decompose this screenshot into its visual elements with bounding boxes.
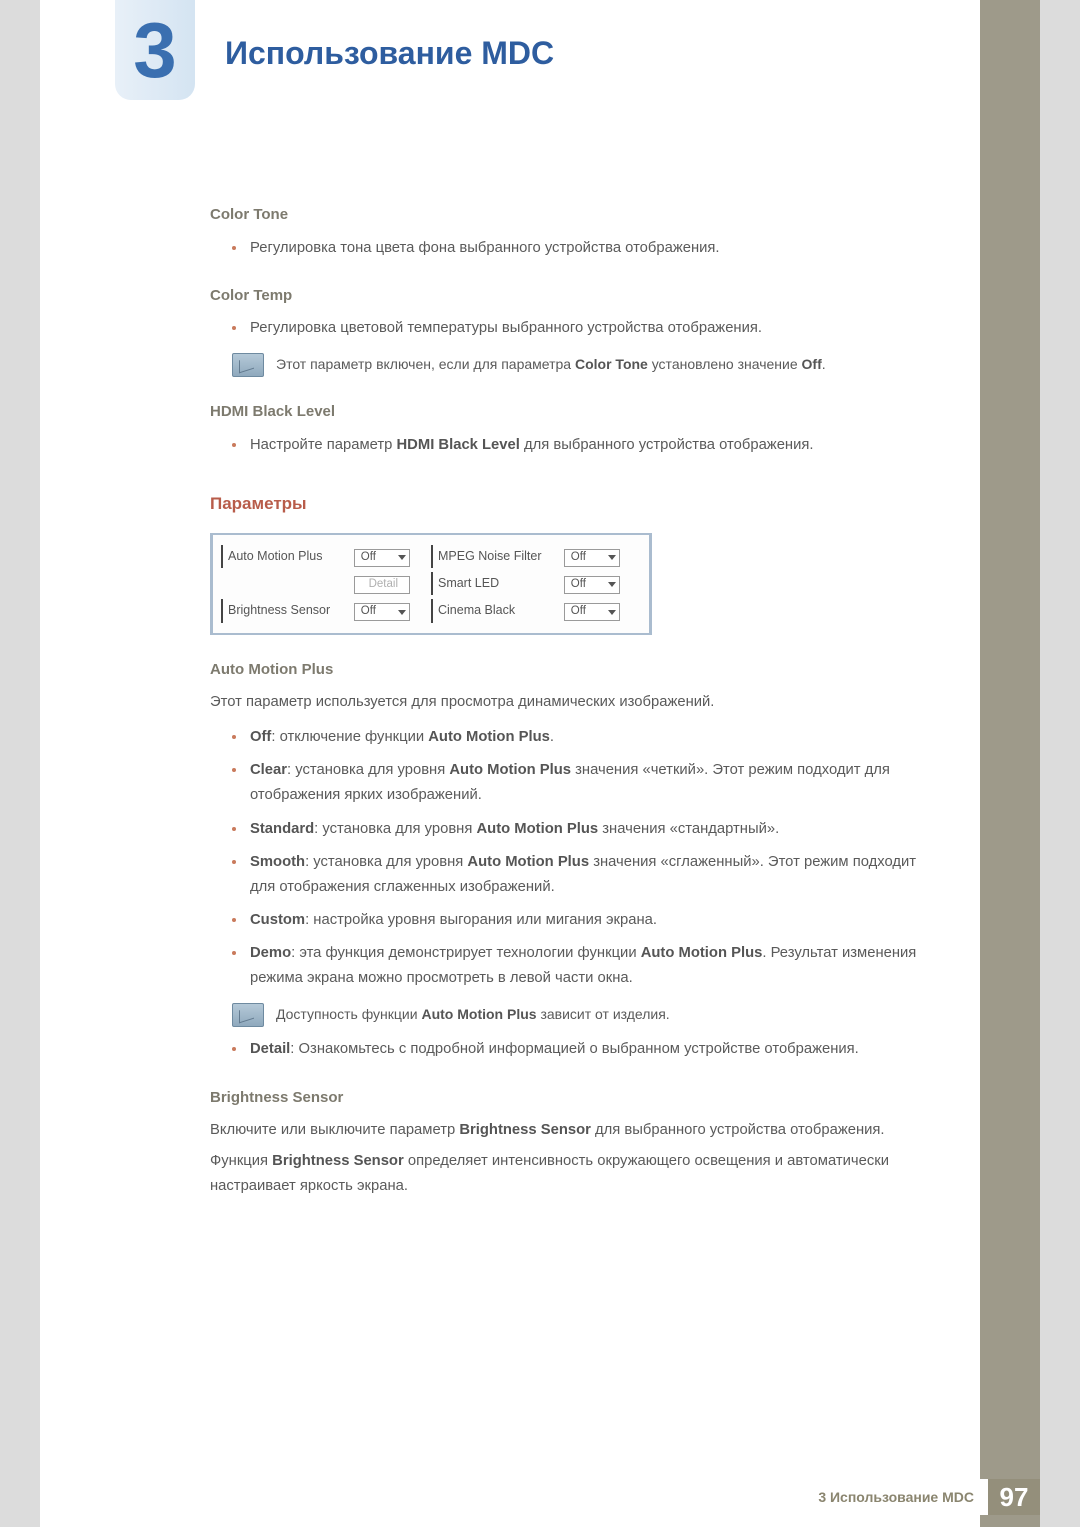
- bold-text: Brightness Sensor: [459, 1122, 591, 1138]
- text: : установка для уровня: [314, 821, 476, 837]
- bold-text: Brightness Sensor: [272, 1153, 404, 1169]
- dropdown-brightness-sensor[interactable]: Off: [354, 603, 410, 621]
- footer-page-number: 97: [988, 1479, 1040, 1515]
- dropdown-smart-led[interactable]: Off: [564, 576, 620, 594]
- dropdown-value: Off: [571, 548, 586, 568]
- page-content: Color Tone Регулировка тона цвета фона в…: [40, 0, 1040, 1200]
- note-text: Этот параметр включен, если для параметр…: [276, 353, 940, 377]
- note-amp: Доступность функции Auto Motion Plus зав…: [232, 1003, 940, 1027]
- dropdown-value: Off: [361, 548, 376, 568]
- heading-color-tone: Color Tone: [210, 202, 940, 228]
- list-item: Регулировка тона цвета фона выбранного у…: [232, 236, 940, 261]
- text: : установка для уровня: [305, 854, 467, 870]
- paragraph: Этот параметр используется для просмотра…: [210, 690, 940, 715]
- bold-text: Auto Motion Plus: [641, 945, 763, 961]
- bold-text: Auto Motion Plus: [476, 821, 598, 837]
- param-label-smart-led: Smart LED: [431, 572, 563, 595]
- list-item: Standard: установка для уровня Auto Moti…: [232, 817, 940, 842]
- text: .: [822, 356, 826, 372]
- bold-text: Auto Motion Plus: [428, 729, 550, 745]
- parameters-panel: Auto Motion Plus Off MPEG Noise Filter O…: [210, 533, 652, 635]
- list-item: Smooth: установка для уровня Auto Motion…: [232, 850, 940, 900]
- right-margin-bar: [980, 0, 1040, 1527]
- heading-color-temp: Color Temp: [210, 283, 940, 309]
- text: .: [550, 729, 554, 745]
- dropdown-mpeg-noise-filter[interactable]: Off: [564, 549, 620, 567]
- paragraph: Включите или выключите параметр Brightne…: [210, 1118, 940, 1143]
- note-color-temp: Этот параметр включен, если для параметр…: [232, 353, 940, 377]
- bold-text: Auto Motion Plus: [421, 1006, 536, 1022]
- text: : настройка уровня выгорания или мигания…: [305, 912, 657, 928]
- heading-hdmi-black-level: HDMI Black Level: [210, 399, 940, 425]
- bold-text: Detail: [250, 1041, 290, 1057]
- bold-text: Demo: [250, 945, 291, 961]
- param-label-cinema-black: Cinema Black: [431, 599, 563, 622]
- bold-text: Auto Motion Plus: [467, 854, 589, 870]
- text: : эта функция демонстрирует технологии ф…: [291, 945, 641, 961]
- text: зависит от изделия.: [537, 1006, 670, 1022]
- list-amp-detail: Detail: Ознакомьтесь с подробной информа…: [210, 1037, 940, 1062]
- bold-text: Off: [250, 729, 271, 745]
- list-item: Настройте параметр HDMI Black Level для …: [232, 433, 940, 458]
- chevron-down-icon: [608, 555, 616, 560]
- bold-text: Auto Motion Plus: [449, 762, 571, 778]
- button-detail[interactable]: Detail: [354, 576, 410, 594]
- list-amp: Off: отключение функции Auto Motion Plus…: [210, 725, 940, 991]
- dropdown-cinema-black[interactable]: Off: [564, 603, 620, 621]
- text: Функция: [210, 1153, 272, 1169]
- chevron-down-icon: [608, 582, 616, 587]
- list-color-temp: Регулировка цветовой температуры выбранн…: [210, 316, 940, 341]
- list-item: Off: отключение функции Auto Motion Plus…: [232, 725, 940, 750]
- bold-text: Custom: [250, 912, 305, 928]
- document-page: 3 Использование MDC Color Tone Регулиров…: [40, 0, 1040, 1527]
- heading-auto-motion-plus: Auto Motion Plus: [210, 657, 940, 683]
- text: : отключение функции: [271, 729, 428, 745]
- list-item: Custom: настройка уровня выгорания или м…: [232, 908, 940, 933]
- chapter-tab: 3: [115, 0, 195, 100]
- bold-text: Clear: [250, 762, 287, 778]
- text: установлено значение: [648, 356, 802, 372]
- dropdown-value: Off: [571, 575, 586, 595]
- text: Доступность функции: [276, 1006, 421, 1022]
- chapter-number: 3: [133, 11, 176, 89]
- note-icon: [232, 353, 264, 377]
- chevron-down-icon: [398, 555, 406, 560]
- bold-text: Off: [802, 356, 822, 372]
- param-label-mpeg-noise-filter: MPEG Noise Filter: [431, 545, 563, 568]
- bold-text: Standard: [250, 821, 314, 837]
- note-text: Доступность функции Auto Motion Plus зав…: [276, 1003, 940, 1027]
- heading-brightness-sensor: Brightness Sensor: [210, 1085, 940, 1111]
- param-label-brightness-sensor: Brightness Sensor: [221, 599, 353, 622]
- bold-text: Smooth: [250, 854, 305, 870]
- text: Включите или выключите параметр: [210, 1122, 459, 1138]
- text: значения «стандартный».: [598, 821, 779, 837]
- footer-chapter-label: 3 Использование MDC: [804, 1479, 988, 1515]
- bold-text: HDMI Black Level: [397, 437, 520, 453]
- list-item: Регулировка цветовой температуры выбранн…: [232, 316, 940, 341]
- chevron-down-icon: [398, 610, 406, 615]
- list-item: Demo: эта функция демонстрирует технолог…: [232, 941, 940, 991]
- paragraph: Функция Brightness Sensor определяет инт…: [210, 1149, 940, 1199]
- note-icon: [232, 1003, 264, 1027]
- text: для выбранного устройства отображения.: [591, 1122, 885, 1138]
- dropdown-value: Off: [571, 602, 586, 622]
- text: : Ознакомьтесь с подробной информацией о…: [290, 1041, 859, 1057]
- text: Этот параметр включен, если для параметр…: [276, 356, 575, 372]
- dropdown-value: Off: [361, 602, 376, 622]
- list-color-tone: Регулировка тона цвета фона выбранного у…: [210, 236, 940, 261]
- list-hdmi: Настройте параметр HDMI Black Level для …: [210, 433, 940, 458]
- text: : установка для уровня: [287, 762, 449, 778]
- page-footer: 3 Использование MDC 97: [804, 1479, 1040, 1515]
- text: для выбранного устройства отображения.: [520, 437, 814, 453]
- list-item: Clear: установка для уровня Auto Motion …: [232, 758, 940, 808]
- heading-parameters: Параметры: [210, 490, 940, 519]
- bold-text: Color Tone: [575, 356, 648, 372]
- text: Настройте параметр: [250, 437, 397, 453]
- button-label: Detail: [369, 575, 398, 595]
- chevron-down-icon: [608, 610, 616, 615]
- param-label-auto-motion-plus: Auto Motion Plus: [221, 545, 353, 568]
- list-item: Detail: Ознакомьтесь с подробной информа…: [232, 1037, 940, 1062]
- chapter-title: Использование MDC: [225, 35, 554, 72]
- dropdown-auto-motion-plus[interactable]: Off: [354, 549, 410, 567]
